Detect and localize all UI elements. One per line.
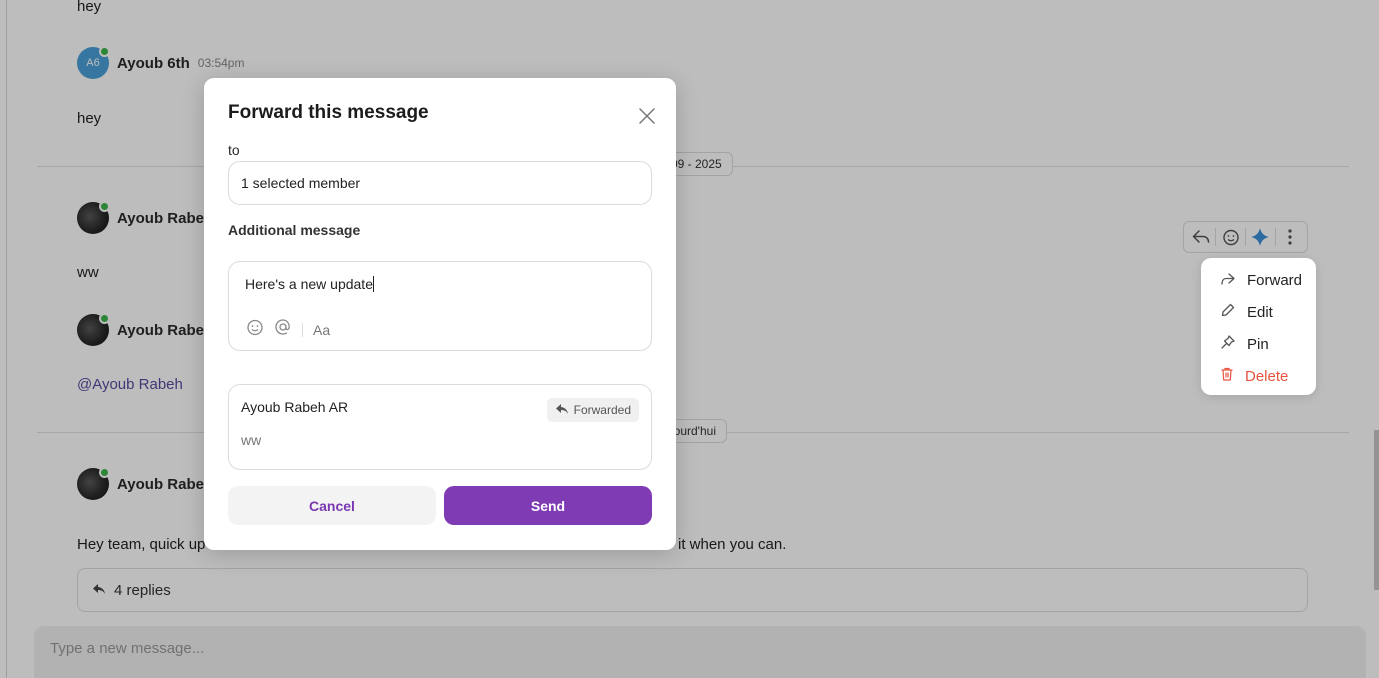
additional-message-label: Additional message bbox=[228, 222, 361, 238]
modal-title: Forward this message bbox=[228, 102, 429, 123]
tools-separator bbox=[302, 322, 303, 337]
message-input-value: Here's a new update bbox=[245, 276, 373, 292]
menu-item-edit[interactable]: Edit bbox=[1201, 296, 1316, 328]
menu-item-label: Pin bbox=[1247, 335, 1269, 353]
close-button[interactable] bbox=[637, 107, 657, 129]
send-button[interactable]: Send bbox=[444, 486, 652, 525]
message-context-menu: Forward Edit Pin Delete bbox=[1201, 258, 1316, 395]
cancel-button[interactable]: Cancel bbox=[228, 486, 436, 525]
pin-icon bbox=[1221, 335, 1235, 353]
text-format-icon[interactable]: Aa bbox=[313, 322, 330, 338]
message-input-tools: Aa bbox=[246, 318, 330, 341]
menu-item-pin[interactable]: Pin bbox=[1201, 328, 1316, 360]
forward-arrow-icon bbox=[555, 403, 569, 418]
close-icon bbox=[639, 107, 655, 129]
emoji-icon[interactable] bbox=[246, 318, 264, 341]
forwarded-badge: Forwarded bbox=[546, 398, 639, 422]
forwarded-message-preview: Ayoub Rabeh AR Forwarded ww bbox=[228, 384, 652, 470]
menu-item-label: Edit bbox=[1247, 303, 1273, 321]
edit-icon bbox=[1221, 303, 1235, 321]
additional-message-input[interactable]: Here's a new update Aa bbox=[228, 261, 652, 351]
forwarded-badge-label: Forwarded bbox=[573, 403, 631, 417]
text-caret bbox=[372, 276, 374, 292]
mention-icon[interactable] bbox=[274, 318, 292, 341]
forwarded-text: ww bbox=[241, 432, 262, 448]
forward-icon bbox=[1221, 272, 1235, 289]
forward-message-modal: Forward this message to 1 selected membe… bbox=[204, 78, 676, 550]
menu-item-delete[interactable]: Delete bbox=[1201, 360, 1316, 392]
menu-item-label: Delete bbox=[1245, 367, 1289, 385]
trash-icon bbox=[1221, 367, 1233, 385]
recipient-select[interactable]: 1 selected member bbox=[228, 161, 652, 205]
menu-item-label: Forward bbox=[1247, 271, 1303, 289]
to-label: to bbox=[228, 142, 240, 158]
menu-item-forward[interactable]: Forward bbox=[1201, 264, 1316, 296]
